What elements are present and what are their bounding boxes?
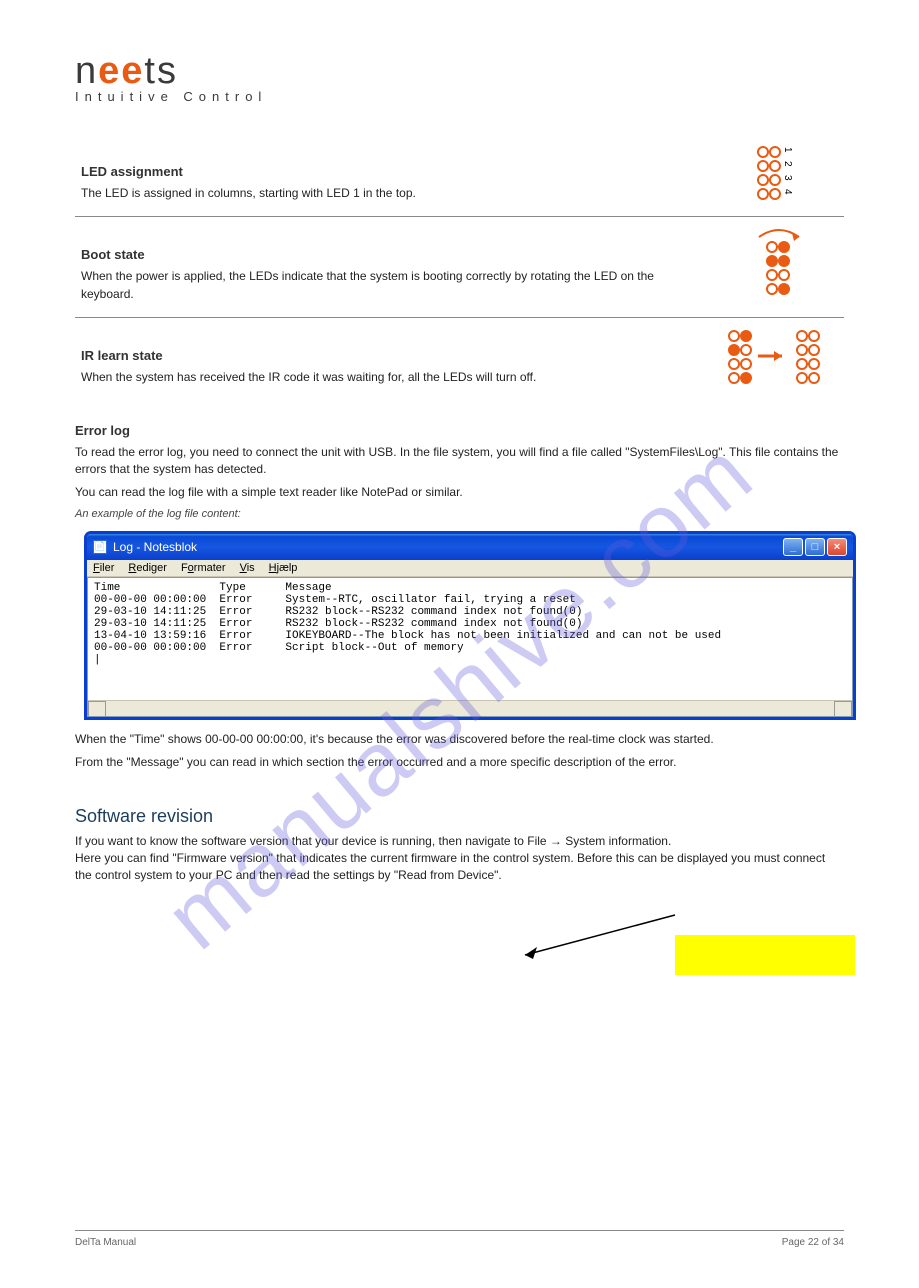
ir-learn-title: IR learn state <box>81 348 708 363</box>
footer-left: DelTa Manual <box>75 1237 136 1248</box>
svg-text:1: 1 <box>782 147 793 153</box>
close-button[interactable]: × <box>827 538 847 556</box>
ir-learn-desc: When the system has received the IR code… <box>81 369 708 386</box>
notepad-titlebar[interactable]: 📄 Log - Notesblok _ □ × <box>87 534 853 560</box>
window-title: Log - Notesblok <box>113 540 197 554</box>
error-log-p3: An example of the log file content: <box>75 508 844 520</box>
log-text-area[interactable]: Time Type Message 00-00-00 00:00:00 Erro… <box>87 577 853 717</box>
log-line-2: 29-03-10 14:11:25 Error RS232 block--RS2… <box>94 618 582 630</box>
led-assignment-title: LED assignment <box>81 164 708 179</box>
row-boot-state-text: Boot state When the power is applied, th… <box>75 217 714 318</box>
log-header: Time Type Message <box>94 582 332 594</box>
minimize-button[interactable]: _ <box>783 538 803 556</box>
boot-state-desc: When the power is applied, the LEDs indi… <box>81 268 708 303</box>
menu-hjaelp[interactable]: Hjælp <box>269 562 298 574</box>
boot-state-title: Boot state <box>81 247 708 262</box>
menu-formater[interactable]: Formater <box>181 562 226 574</box>
highlight-box <box>675 935 855 975</box>
svg-text:4: 4 <box>782 189 793 195</box>
led-info-table: LED assignment The LED is assigned in co… <box>75 134 844 401</box>
log-line-4: 00-00-00 00:00:00 Error Script block--Ou… <box>94 642 464 654</box>
menu-filer[interactable]: Filer <box>93 562 114 574</box>
horizontal-scrollbar[interactable] <box>88 700 852 716</box>
log-line-3: 13-04-10 13:59:16 Error IOKEYBOARD--The … <box>94 630 721 642</box>
notepad-app-icon: 📄 <box>93 540 107 554</box>
boot-state-icon <box>714 217 844 318</box>
svg-text:3: 3 <box>782 175 793 181</box>
led-assignment-desc: The LED is assigned in columns, starting… <box>81 185 708 202</box>
row-ir-learn-text: IR learn state When the system has recei… <box>75 318 714 401</box>
notepad-window: 📄 Log - Notesblok _ □ × Filer Rediger Fo… <box>85 532 855 719</box>
footer-right: Page 22 of 34 <box>782 1237 844 1248</box>
menu-vis[interactable]: Vis <box>240 562 255 574</box>
notepad-menubar: Filer Rediger Formater Vis Hjælp <box>87 560 853 577</box>
svg-text:2: 2 <box>782 161 793 167</box>
error-log-messages: From the "Message" you can read in which… <box>75 754 844 771</box>
page-footer: DelTa Manual Page 22 of 34 <box>75 1230 844 1248</box>
error-log-p1: To read the error log, you need to conne… <box>75 444 844 479</box>
menu-rediger[interactable]: Rediger <box>128 562 167 574</box>
log-line-1: 29-03-10 14:11:25 Error RS232 block--RS2… <box>94 606 582 618</box>
log-line-0: 00-00-00 00:00:00 Error System--RTC, osc… <box>94 594 576 606</box>
row-led-assignment-text: LED assignment The LED is assigned in co… <box>75 134 714 217</box>
software-revision-heading: Software revision <box>75 806 844 827</box>
led-numbers-icon: 1 2 3 4 <box>714 134 844 217</box>
brand-logo: neets Intuitive Control <box>75 50 844 104</box>
annotation-block <box>75 915 844 975</box>
logo-line1: neets <box>75 50 844 93</box>
error-log-heading: Error log <box>75 423 844 438</box>
error-log-p2: You can read the log file with a simple … <box>75 484 844 501</box>
error-log-note: When the "Time" shows 00-00-00 00:00:00,… <box>75 731 844 748</box>
arrow-icon <box>515 905 695 965</box>
software-revision-body: If you want to know the software version… <box>75 833 844 885</box>
ir-learn-icon <box>714 318 844 401</box>
logo-line2: Intuitive Control <box>75 89 844 104</box>
maximize-button[interactable]: □ <box>805 538 825 556</box>
